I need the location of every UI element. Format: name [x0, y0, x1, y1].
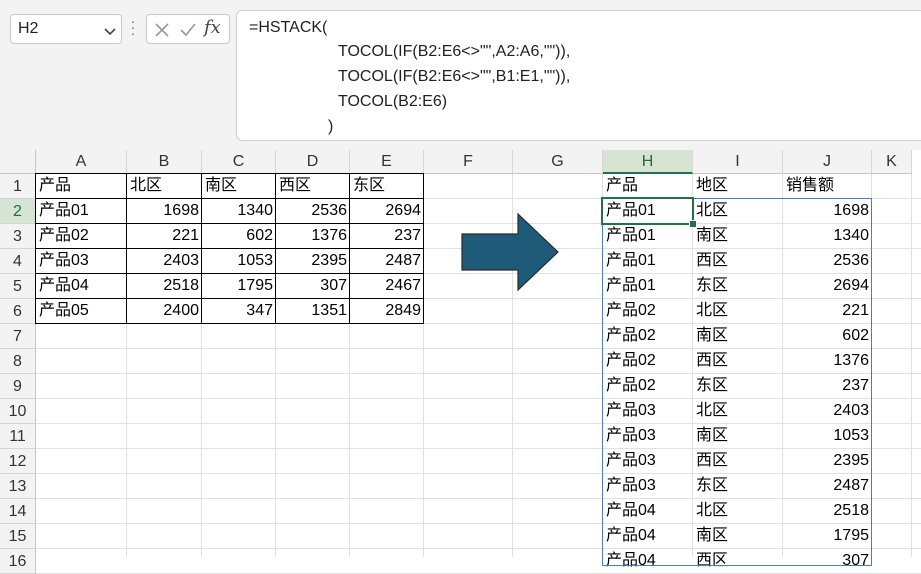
column-header-a[interactable]: A	[36, 150, 127, 174]
spill-range-border	[602, 198, 872, 566]
more-options-icon[interactable]: · · ·	[129, 14, 137, 40]
row-header-3[interactable]: 3	[0, 224, 36, 249]
row-header-12[interactable]: 12	[0, 449, 36, 474]
source-cell[interactable]: 产品02	[36, 224, 127, 248]
table-border	[35, 173, 36, 324]
source-cell[interactable]: 602	[202, 224, 276, 248]
select-all-corner[interactable]	[0, 150, 36, 174]
table-border	[35, 223, 424, 224]
source-header-cell[interactable]: 东区	[350, 174, 424, 198]
table-border	[35, 248, 424, 249]
table-border	[35, 273, 424, 274]
row-header-15[interactable]: 15	[0, 524, 36, 549]
source-cell[interactable]: 2395	[276, 249, 350, 273]
right-arrow-icon	[460, 212, 560, 292]
result-header-cell[interactable]: 地区	[693, 174, 783, 198]
source-cell[interactable]: 1376	[276, 224, 350, 248]
row-header-7[interactable]: 7	[0, 324, 36, 349]
source-cell[interactable]: 307	[276, 274, 350, 298]
source-cell[interactable]: 产品03	[36, 249, 127, 273]
row-header-10[interactable]: 10	[0, 399, 36, 424]
formula-line: )	[328, 118, 334, 135]
source-cell[interactable]: 347	[202, 299, 276, 323]
source-header-cell[interactable]: 产品	[36, 174, 127, 198]
row-header-5[interactable]: 5	[0, 274, 36, 299]
source-header-cell[interactable]: 西区	[276, 174, 350, 198]
formula-bar-area: H2 · · · fx =HSTACK( TOCOL(IF(B2:E6<>"",A2…	[0, 0, 921, 150]
row-header-2[interactable]: 2	[0, 199, 36, 224]
source-cell[interactable]: 产品04	[36, 274, 127, 298]
row-header-6[interactable]: 6	[0, 299, 36, 324]
source-header-cell[interactable]: 南区	[202, 174, 276, 198]
column-header-c[interactable]: C	[202, 150, 276, 174]
table-border	[349, 173, 350, 324]
table-border	[201, 173, 202, 324]
enter-icon[interactable]	[177, 19, 199, 41]
table-border	[35, 198, 424, 199]
table-border	[35, 298, 424, 299]
source-cell[interactable]: 1053	[202, 249, 276, 273]
column-header-k[interactable]: K	[872, 150, 912, 174]
column-header-e[interactable]: E	[350, 150, 424, 174]
source-cell[interactable]: 2518	[127, 274, 202, 298]
column-header-b[interactable]: B	[127, 150, 202, 174]
row-header-16[interactable]: 16	[0, 549, 36, 574]
source-cell[interactable]: 221	[127, 224, 202, 248]
chevron-down-icon[interactable]	[104, 24, 116, 36]
column-header-f[interactable]: F	[424, 150, 513, 174]
name-box[interactable]: H2	[10, 14, 122, 44]
fx-icon[interactable]: fx	[204, 17, 226, 39]
gridline-vertical	[911, 174, 912, 557]
formula-line: =HSTACK(	[249, 19, 328, 36]
name-box-value: H2	[18, 20, 39, 37]
formula-controls: fx	[146, 14, 230, 44]
source-cell[interactable]: 1795	[202, 274, 276, 298]
row-header-8[interactable]: 8	[0, 349, 36, 374]
source-cell[interactable]: 2694	[350, 199, 424, 223]
cancel-icon[interactable]	[151, 19, 173, 41]
source-cell[interactable]: 2400	[127, 299, 202, 323]
source-cell[interactable]: 2467	[350, 274, 424, 298]
row-header-11[interactable]: 11	[0, 424, 36, 449]
source-cell[interactable]: 1698	[127, 199, 202, 223]
source-cell[interactable]: 2403	[127, 249, 202, 273]
table-border	[35, 173, 424, 174]
row-header-13[interactable]: 13	[0, 474, 36, 499]
row-header-4[interactable]: 4	[0, 249, 36, 274]
table-border	[423, 173, 424, 324]
source-cell[interactable]: 2536	[276, 199, 350, 223]
active-cell-selection	[601, 197, 694, 225]
row-header-14[interactable]: 14	[0, 499, 36, 524]
column-header-g[interactable]: G	[513, 150, 603, 174]
result-header-cell[interactable]: 销售额	[783, 174, 872, 198]
source-cell[interactable]: 1351	[276, 299, 350, 323]
formula-input[interactable]: =HSTACK( TOCOL(IF(B2:E6<>"",A2:A6,"")), …	[236, 10, 921, 141]
source-cell[interactable]: 237	[350, 224, 424, 248]
source-cell[interactable]: 1340	[202, 199, 276, 223]
source-cell[interactable]: 2487	[350, 249, 424, 273]
formula-line: TOCOL(IF(B2:E6<>"",A2:A6,"")),	[338, 43, 571, 60]
source-cell[interactable]: 产品05	[36, 299, 127, 323]
table-border	[275, 173, 276, 324]
source-header-cell[interactable]: 北区	[127, 174, 202, 198]
table-border	[35, 323, 424, 324]
column-header-j[interactable]: J	[783, 150, 872, 174]
column-header-d[interactable]: D	[276, 150, 350, 174]
source-cell[interactable]: 产品01	[36, 199, 127, 223]
column-header-i[interactable]: I	[693, 150, 783, 174]
column-header-h[interactable]: H	[603, 150, 693, 174]
formula-line: TOCOL(IF(B2:E6<>"",B1:E1,"")),	[338, 68, 571, 85]
fill-handle[interactable]	[689, 220, 697, 228]
result-header-cell[interactable]: 产品	[603, 174, 693, 198]
source-cell[interactable]: 2849	[350, 299, 424, 323]
row-header-9[interactable]: 9	[0, 374, 36, 399]
table-border	[126, 173, 127, 324]
formula-line: TOCOL(B2:E6)	[338, 93, 448, 110]
row-header-1[interactable]: 1	[0, 174, 36, 199]
